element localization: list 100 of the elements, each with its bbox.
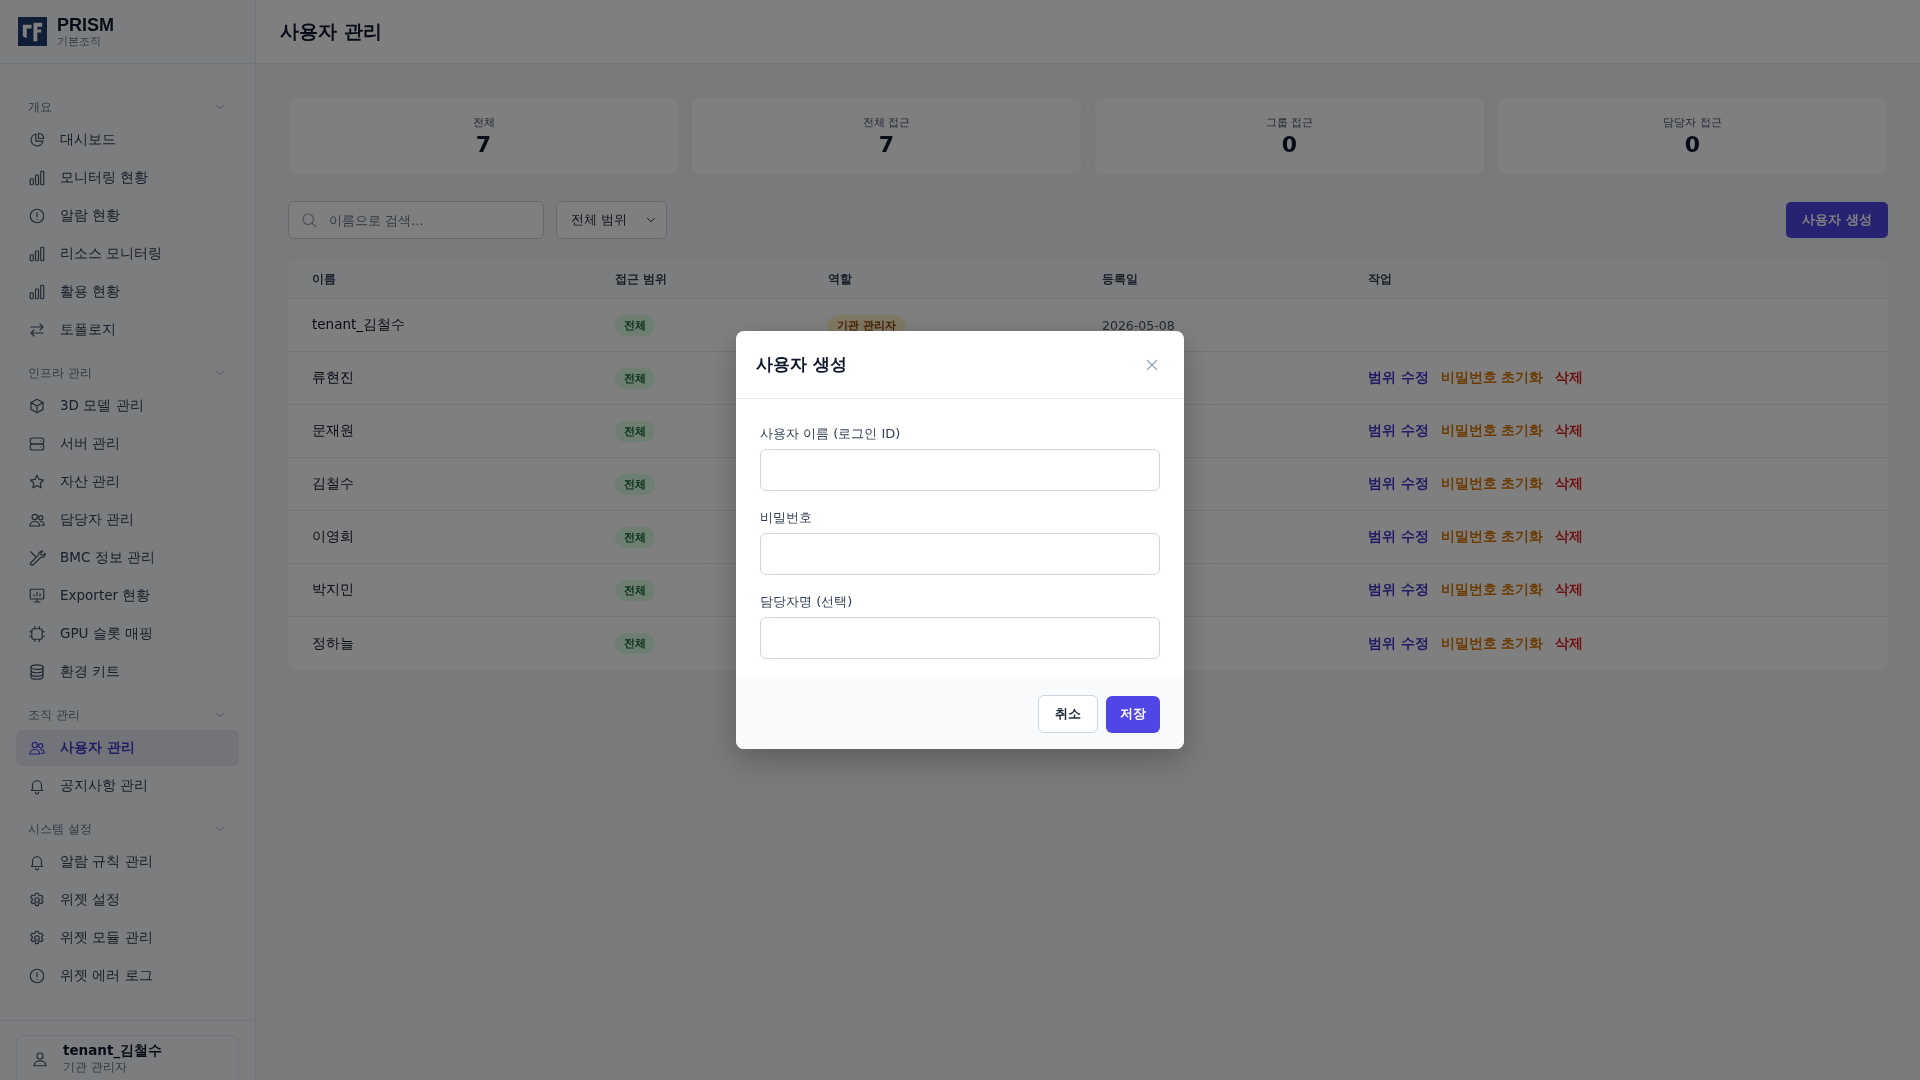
reset-link[interactable]: 비밀번호 초기화	[1440, 581, 1544, 599]
scope-badge: 전체	[615, 579, 655, 601]
create-user-button[interactable]: 사용자 생성	[1786, 202, 1888, 238]
edit-link[interactable]: 범위 수정	[1368, 634, 1429, 653]
nav-group-header[interactable]: 인프라 관리	[16, 358, 239, 388]
users-icon	[28, 511, 46, 529]
column-header: 이름	[312, 272, 337, 287]
user-name-cell-text: 이영희	[312, 528, 355, 546]
stat-value: 7	[878, 132, 895, 157]
user-name-cell-text: 정하늘	[312, 634, 355, 653]
settings-icon	[28, 891, 46, 909]
scope-badge: 전체	[615, 314, 655, 336]
nav-item[interactable]: 사용자 관리	[16, 730, 239, 766]
scope-badge: 전체	[615, 633, 655, 654]
users-icon	[28, 739, 46, 757]
user-name-cell-text: 박지민	[312, 581, 355, 599]
pie-chart-icon	[28, 131, 46, 149]
stat-label: 전체 접근	[862, 115, 911, 130]
nav-group-header[interactable]: 조직 관리	[16, 700, 239, 730]
delete-link[interactable]: 삭제	[1555, 581, 1584, 599]
reset-link[interactable]: 비밀번호 초기화	[1440, 422, 1544, 440]
edit-link[interactable]: 범위 수정	[1368, 581, 1429, 599]
chip-icon	[28, 625, 46, 643]
nav-group-header[interactable]: 시스템 설정	[16, 814, 239, 844]
bell-icon	[28, 853, 46, 871]
reset-link[interactable]: 비밀번호 초기화	[1440, 528, 1544, 546]
nav-item[interactable]: 위젯 모듈 관리	[16, 920, 239, 956]
field-label: 비밀번호	[760, 509, 813, 527]
edit-link[interactable]: 범위 수정	[1368, 528, 1429, 546]
scope-badge: 전체	[615, 420, 655, 442]
search-field[interactable]: 이름으로 검색...	[288, 201, 544, 239]
stat-label: 전체	[472, 115, 495, 130]
nav-item[interactable]: 3D 모델 관리	[16, 388, 239, 424]
nav-item[interactable]: 대시보드	[16, 122, 239, 158]
user-name: tenant_김철수	[63, 1042, 163, 1060]
nav-item[interactable]: BMC 정보 관리	[16, 540, 239, 576]
nav-item[interactable]: 알람 현황	[16, 198, 239, 234]
nav-item[interactable]: 리소스 모니터링	[16, 236, 239, 272]
modal-title: 사용자 생성	[756, 353, 847, 376]
alert-icon	[28, 207, 46, 225]
user-card[interactable]: tenant_김철수 기관 관리자	[16, 1035, 239, 1080]
cancel-button[interactable]: 취소	[1038, 695, 1098, 733]
column-header: 역할	[828, 272, 853, 287]
nav-item[interactable]: 서버 관리	[16, 426, 239, 462]
scope-badge: 전체	[615, 473, 655, 495]
organization-name: 기본조직	[57, 34, 102, 49]
monitor-icon	[28, 587, 46, 605]
edit-link[interactable]: 범위 수정	[1368, 475, 1429, 493]
nav-item[interactable]: 알람 규칙 관리	[16, 844, 239, 880]
user-role: 기관 관리자	[63, 1060, 128, 1075]
edit-link[interactable]: 범위 수정	[1368, 369, 1429, 387]
stat-label: 그룹 접근	[1265, 115, 1314, 130]
bar-chart-icon	[28, 169, 46, 187]
field-label: 담당자명 (선택)	[760, 593, 854, 611]
reset-link[interactable]: 비밀번호 초기화	[1440, 634, 1544, 653]
reset-link[interactable]: 비밀번호 초기화	[1440, 369, 1544, 387]
nav-item[interactable]: 위젯 에러 로그	[16, 958, 239, 994]
stat-value: 7	[475, 132, 492, 157]
nav-item[interactable]: 공지사항 관리	[16, 768, 239, 804]
nav-item[interactable]: 환경 키트	[16, 654, 239, 690]
column-header: 작업	[1368, 272, 1393, 287]
nav-item[interactable]: GPU 슬롯 매핑	[16, 616, 239, 652]
user-icon	[31, 1049, 49, 1068]
user-name-cell-text: tenant_김철수	[312, 316, 407, 334]
input-field[interactable]	[760, 617, 1160, 659]
save-button[interactable]: 저장	[1106, 695, 1160, 733]
edit-link[interactable]: 범위 수정	[1368, 422, 1429, 440]
cube-icon	[28, 397, 46, 415]
user-name-cell-text: 류현진	[312, 369, 355, 387]
bar-chart-icon	[28, 283, 46, 301]
user-name-cell-text: 문재원	[312, 422, 355, 440]
scope-badge: 전체	[615, 367, 655, 389]
date-text: 2026-05-08	[1102, 317, 1175, 333]
server-icon	[28, 435, 46, 453]
nav-item[interactable]: 활용 현황	[16, 274, 239, 310]
arrows-icon	[28, 321, 46, 339]
bell-icon	[28, 777, 46, 795]
database-icon	[28, 663, 46, 681]
star-icon	[28, 473, 46, 491]
column-header: 접근 범위	[615, 272, 668, 287]
page-title: 사용자 관리	[280, 18, 382, 44]
scope-dropdown[interactable]: 전체 범위	[556, 201, 667, 239]
delete-link[interactable]: 삭제	[1555, 528, 1584, 546]
nav-item[interactable]: 위젯 설정	[16, 882, 239, 918]
nav-item[interactable]: 담당자 관리	[16, 502, 239, 538]
input-field[interactable]	[760, 533, 1160, 575]
nav-item[interactable]: 자산 관리	[16, 464, 239, 500]
input-field[interactable]	[760, 449, 1160, 491]
alert-icon	[28, 967, 46, 985]
delete-link[interactable]: 삭제	[1555, 634, 1584, 653]
delete-link[interactable]: 삭제	[1555, 369, 1584, 387]
nav-item[interactable]: 모니터링 현황	[16, 160, 239, 196]
nav-item[interactable]: 토폴로지	[16, 312, 239, 348]
delete-link[interactable]: 삭제	[1555, 422, 1584, 440]
delete-link[interactable]: 삭제	[1555, 475, 1584, 493]
nav-item[interactable]: Exporter 현황	[16, 578, 239, 614]
stat-value: 0	[1281, 132, 1298, 157]
nav-group-header[interactable]: 개요	[16, 92, 239, 122]
reset-link[interactable]: 비밀번호 초기화	[1440, 475, 1544, 493]
app-name: PRISM	[57, 14, 114, 35]
